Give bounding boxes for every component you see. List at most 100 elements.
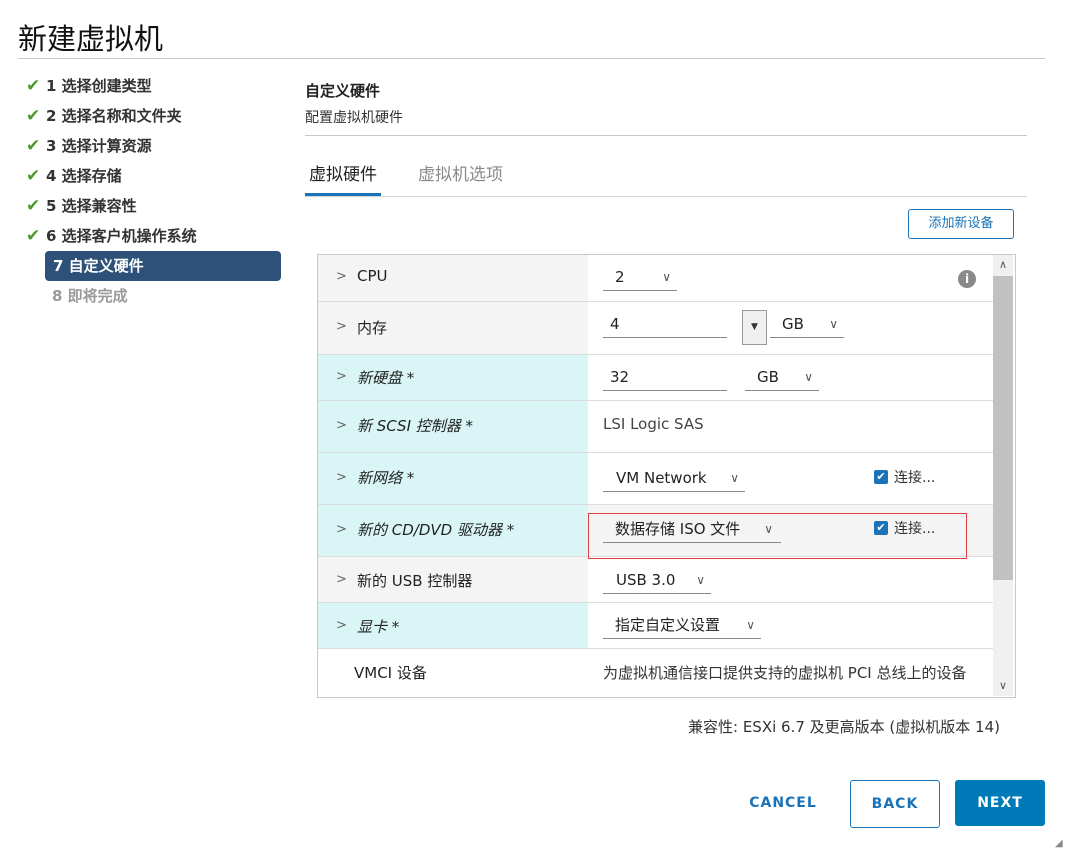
network-value: VM Network xyxy=(616,469,707,487)
chevron-right-icon[interactable]: > xyxy=(336,470,347,485)
step-1[interactable]: ✔ 1 选择创建类型 xyxy=(26,72,152,100)
memory-unit-select[interactable]: GB ∨ xyxy=(770,311,844,338)
row-label-cell: > 新 SCSI 控制器 * xyxy=(318,401,588,452)
check-icon: ✔ xyxy=(26,76,41,96)
row-label-cell: > 新网络 * xyxy=(318,453,588,504)
step-5[interactable]: ✔ 5 选择兼容性 xyxy=(26,192,137,220)
disk-unit-select[interactable]: GB ∨ xyxy=(745,364,819,391)
chevron-right-icon[interactable]: > xyxy=(336,418,347,433)
check-icon: ✔ xyxy=(26,136,41,156)
step-label: 7 自定义硬件 xyxy=(53,257,144,275)
row-label: 新网络 * xyxy=(357,469,415,487)
check-icon: ✔ xyxy=(26,106,41,126)
back-button[interactable]: BACK xyxy=(850,780,940,828)
row-value-cell: 为虚拟机通信接口提供支持的虚拟机 PCI 总线上的设备 xyxy=(588,649,993,697)
tab-virtual-hardware[interactable]: 虚拟硬件 xyxy=(305,164,381,196)
chevron-down-icon: ∨ xyxy=(804,370,813,384)
disk-size-value: 32 xyxy=(610,368,630,386)
row-label: 内存 xyxy=(357,319,388,337)
chevron-right-icon[interactable]: > xyxy=(336,572,347,587)
usb-version-select[interactable]: USB 3.0 ∨ xyxy=(603,567,711,594)
row-label-cell: > CPU xyxy=(318,255,588,301)
cancel-button[interactable]: CANCEL xyxy=(744,780,822,826)
network-connect-checkbox[interactable]: ✔ 连接... xyxy=(874,467,935,487)
row-value-cell: VM Network ∨ ✔ 连接... xyxy=(588,453,993,504)
step-8: 8 即将完成 xyxy=(46,282,128,310)
hardware-grid: > CPU 2 ∨ > 内存 4 ▼ GB ∨ > 新硬盘 * 32 GB ∨ … xyxy=(317,254,1016,698)
connect-label: 连接... xyxy=(894,470,936,486)
hardware-row-memory: > 内存 4 ▼ GB ∨ xyxy=(318,302,993,355)
step-label: 8 即将完成 xyxy=(52,287,128,305)
title-divider xyxy=(18,58,1045,59)
hardware-row-vmci: VMCI 设备 为虚拟机通信接口提供支持的虚拟机 PCI 总线上的设备 xyxy=(318,649,993,697)
network-select[interactable]: VM Network ∨ xyxy=(603,465,745,492)
add-new-device-button[interactable]: 添加新设备 xyxy=(908,209,1014,239)
section-divider xyxy=(305,135,1027,136)
video-settings-select[interactable]: 指定自定义设置 ∨ xyxy=(603,612,761,639)
tab-vm-options[interactable]: 虚拟机选项 xyxy=(418,164,503,196)
section-title: 自定义硬件 xyxy=(305,82,381,100)
chevron-down-icon: ∨ xyxy=(829,317,838,331)
memory-size-input[interactable]: 4 xyxy=(603,311,727,338)
hardware-row-new-disk: > 新硬盘 * 32 GB ∨ xyxy=(318,355,993,401)
triangle-down-icon[interactable]: ▼ xyxy=(742,310,767,345)
row-label: VMCI 设备 xyxy=(354,664,427,682)
row-value-cell: 4 ▼ GB ∨ xyxy=(588,302,993,354)
row-value-cell: 2 ∨ xyxy=(588,255,993,301)
check-icon: ✔ xyxy=(26,166,41,186)
chevron-right-icon[interactable]: > xyxy=(336,618,347,633)
cpu-count-select[interactable]: 2 ∨ xyxy=(603,264,677,291)
row-label: 显卡 * xyxy=(357,618,400,636)
chevron-right-icon[interactable]: > xyxy=(336,269,347,284)
chevron-right-icon[interactable]: > xyxy=(336,369,347,384)
step-6[interactable]: ✔ 6 选择客户机操作系统 xyxy=(26,222,197,250)
step-label: 2 选择名称和文件夹 xyxy=(46,107,182,125)
chevron-down-icon: ∨ xyxy=(730,471,739,485)
step-3[interactable]: ✔ 3 选择计算资源 xyxy=(26,132,152,160)
usb-version-value: USB 3.0 xyxy=(616,571,676,589)
scrollbar-thumb[interactable] xyxy=(993,276,1013,580)
check-icon: ✔ xyxy=(26,226,41,246)
hardware-row-cpu: > CPU 2 ∨ xyxy=(318,255,993,302)
hardware-row-network: > 新网络 * VM Network ∨ ✔ 连接... xyxy=(318,453,993,505)
row-label: CPU xyxy=(357,267,388,285)
step-4[interactable]: ✔ 4 选择存储 xyxy=(26,162,122,190)
hardware-row-scsi-controller: > 新 SCSI 控制器 * LSI Logic SAS xyxy=(318,401,993,453)
info-icon[interactable]: i xyxy=(958,270,976,288)
next-button[interactable]: NEXT xyxy=(955,780,1045,826)
row-value-cell: 指定自定义设置 ∨ xyxy=(588,603,993,648)
row-value-cell: USB 3.0 ∨ xyxy=(588,557,993,602)
row-label-cell: > 新的 CD/DVD 驱动器 * xyxy=(318,505,588,556)
memory-size-value: 4 xyxy=(610,315,620,333)
disk-unit-value: GB xyxy=(757,368,779,386)
chevron-down-icon: ∨ xyxy=(746,618,755,632)
hardware-row-video-card: > 显卡 * 指定自定义设置 ∨ xyxy=(318,603,993,649)
chevron-right-icon[interactable]: > xyxy=(336,319,347,334)
checkbox-check-icon: ✔ xyxy=(874,470,888,484)
row-label: 新的 USB 控制器 xyxy=(357,572,473,590)
chevron-down-icon: ∨ xyxy=(662,270,671,284)
step-2[interactable]: ✔ 2 选择名称和文件夹 xyxy=(26,102,182,130)
step-label: 4 选择存储 xyxy=(46,167,122,185)
row-label-cell: > 新的 USB 控制器 xyxy=(318,557,588,602)
video-settings-value: 指定自定义设置 xyxy=(615,616,721,634)
chevron-right-icon[interactable]: > xyxy=(336,522,347,537)
compatibility-text: 兼容性: ESXi 6.7 及更高版本 (虚拟机版本 14) xyxy=(688,718,1000,736)
step-7-active[interactable]: 7 自定义硬件 xyxy=(45,251,281,281)
resize-handle-icon[interactable]: ◢ xyxy=(1055,838,1063,849)
hardware-row-usb-controller: > 新的 USB 控制器 USB 3.0 ∨ xyxy=(318,557,993,603)
row-value-cell: LSI Logic SAS xyxy=(588,401,993,452)
vmci-description: 为虚拟机通信接口提供支持的虚拟机 PCI 总线上的设备 xyxy=(603,664,967,682)
scroll-up-icon[interactable]: ∧ xyxy=(993,255,1013,275)
memory-unit-value: GB xyxy=(782,315,804,333)
row-label: 新硬盘 * xyxy=(357,369,415,387)
disk-size-input[interactable]: 32 xyxy=(603,364,727,391)
row-label-cell: > 显卡 * xyxy=(318,603,588,648)
row-label-cell: > 内存 xyxy=(318,302,588,354)
highlight-outline xyxy=(588,513,967,559)
scroll-down-icon[interactable]: ∨ xyxy=(993,676,1013,696)
row-label-cell: > 新硬盘 * xyxy=(318,355,588,400)
tab-divider xyxy=(305,196,1027,197)
step-label: 3 选择计算资源 xyxy=(46,137,152,155)
row-label: 新的 CD/DVD 驱动器 * xyxy=(357,521,515,539)
